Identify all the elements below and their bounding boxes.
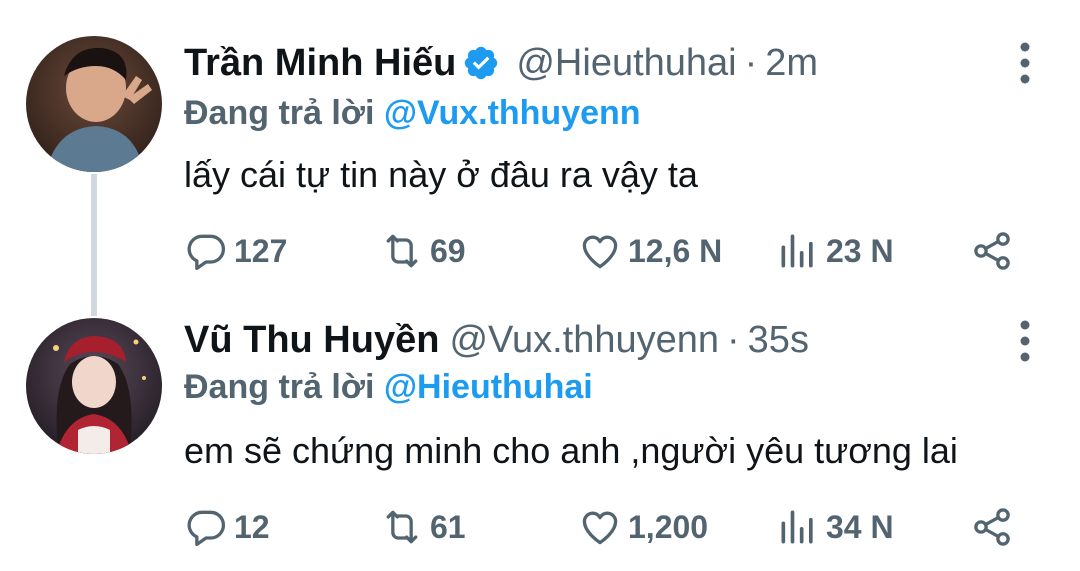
replying-to-label: Đang trả lời bbox=[184, 94, 375, 132]
replying-to: Đang trả lời @Vux.thhuyenn bbox=[184, 92, 641, 134]
replying-to-label: Đang trả lời bbox=[184, 368, 375, 406]
tweet-actions: 127 69 12,6 N 23 N bbox=[0, 226, 1080, 276]
view-count: 34 N bbox=[826, 508, 894, 545]
retweet-icon bbox=[386, 510, 418, 544]
replying-to-handle[interactable]: @Vux.thhuyenn bbox=[384, 94, 641, 132]
replying-to: Đang trả lời @Hieuthuhai bbox=[184, 366, 593, 408]
retweet-count: 61 bbox=[430, 508, 466, 545]
reply-count: 127 bbox=[234, 232, 288, 269]
tweet[interactable]: Vũ Thu Huyền @Vux.thhuyenn · 35s Đang tr… bbox=[0, 300, 1080, 571]
tweet-text: lấy cái tự tin này ở đâu ra vậy ta bbox=[184, 154, 698, 195]
retweet-icon bbox=[386, 234, 418, 268]
tweet-actions: 12 61 1,200 34 N bbox=[0, 502, 1080, 552]
reply-button[interactable]: 12 bbox=[184, 502, 270, 552]
retweet-button[interactable]: 61 bbox=[380, 502, 466, 552]
more-options-icon[interactable] bbox=[1010, 38, 1040, 88]
avatar[interactable] bbox=[26, 36, 162, 172]
reply-count: 12 bbox=[234, 508, 270, 545]
views-button[interactable]: 34 N bbox=[776, 502, 894, 552]
share-icon bbox=[974, 508, 1010, 546]
avatar-photo-icon bbox=[26, 318, 162, 454]
user-handle[interactable]: @Vux.thhuyenn bbox=[449, 317, 719, 363]
reply-button[interactable]: 127 bbox=[184, 226, 287, 276]
avatar-photo-icon bbox=[26, 36, 162, 172]
tweet-header: Vũ Thu Huyền @Vux.thhuyenn · 35s bbox=[184, 317, 809, 363]
display-name[interactable]: Vũ Thu Huyền bbox=[184, 317, 439, 363]
analytics-icon bbox=[781, 234, 813, 268]
retweet-button[interactable]: 69 bbox=[380, 226, 466, 276]
separator-dot: · bbox=[744, 42, 758, 84]
more-options-icon[interactable] bbox=[1010, 316, 1040, 366]
analytics-icon bbox=[781, 510, 813, 544]
avatar[interactable] bbox=[26, 318, 162, 454]
share-button[interactable] bbox=[970, 502, 1014, 552]
views-button[interactable]: 23 N bbox=[776, 226, 894, 276]
like-button[interactable]: 12,6 N bbox=[578, 226, 722, 276]
replying-to-handle[interactable]: @Hieuthuhai bbox=[384, 368, 593, 406]
retweet-count: 69 bbox=[430, 232, 466, 269]
like-button[interactable]: 1,200 bbox=[578, 502, 708, 552]
timestamp[interactable]: 2m bbox=[765, 40, 818, 86]
heart-icon bbox=[582, 235, 618, 269]
like-count: 12,6 N bbox=[628, 232, 723, 269]
view-count: 23 N bbox=[826, 232, 894, 269]
tweet[interactable]: Trần Minh Hiếu @Hieuthuhai · 2m Đang trả… bbox=[0, 0, 1080, 316]
share-icon bbox=[974, 232, 1010, 270]
tweet-header: Trần Minh Hiếu @Hieuthuhai · 2m bbox=[184, 40, 818, 86]
like-count: 1,200 bbox=[628, 508, 709, 545]
timestamp[interactable]: 35s bbox=[748, 317, 809, 363]
user-handle[interactable]: @Hieuthuhai bbox=[516, 40, 736, 86]
display-name[interactable]: Trần Minh Hiếu bbox=[184, 40, 456, 86]
separator-dot: · bbox=[727, 319, 740, 361]
verified-badge-icon bbox=[465, 46, 498, 80]
share-button[interactable] bbox=[970, 226, 1014, 276]
reply-icon bbox=[187, 510, 226, 547]
tweet-text: em sẽ chứng minh cho anh ,người yêu tươn… bbox=[184, 430, 958, 471]
heart-icon bbox=[582, 511, 618, 545]
reply-icon bbox=[187, 234, 226, 271]
